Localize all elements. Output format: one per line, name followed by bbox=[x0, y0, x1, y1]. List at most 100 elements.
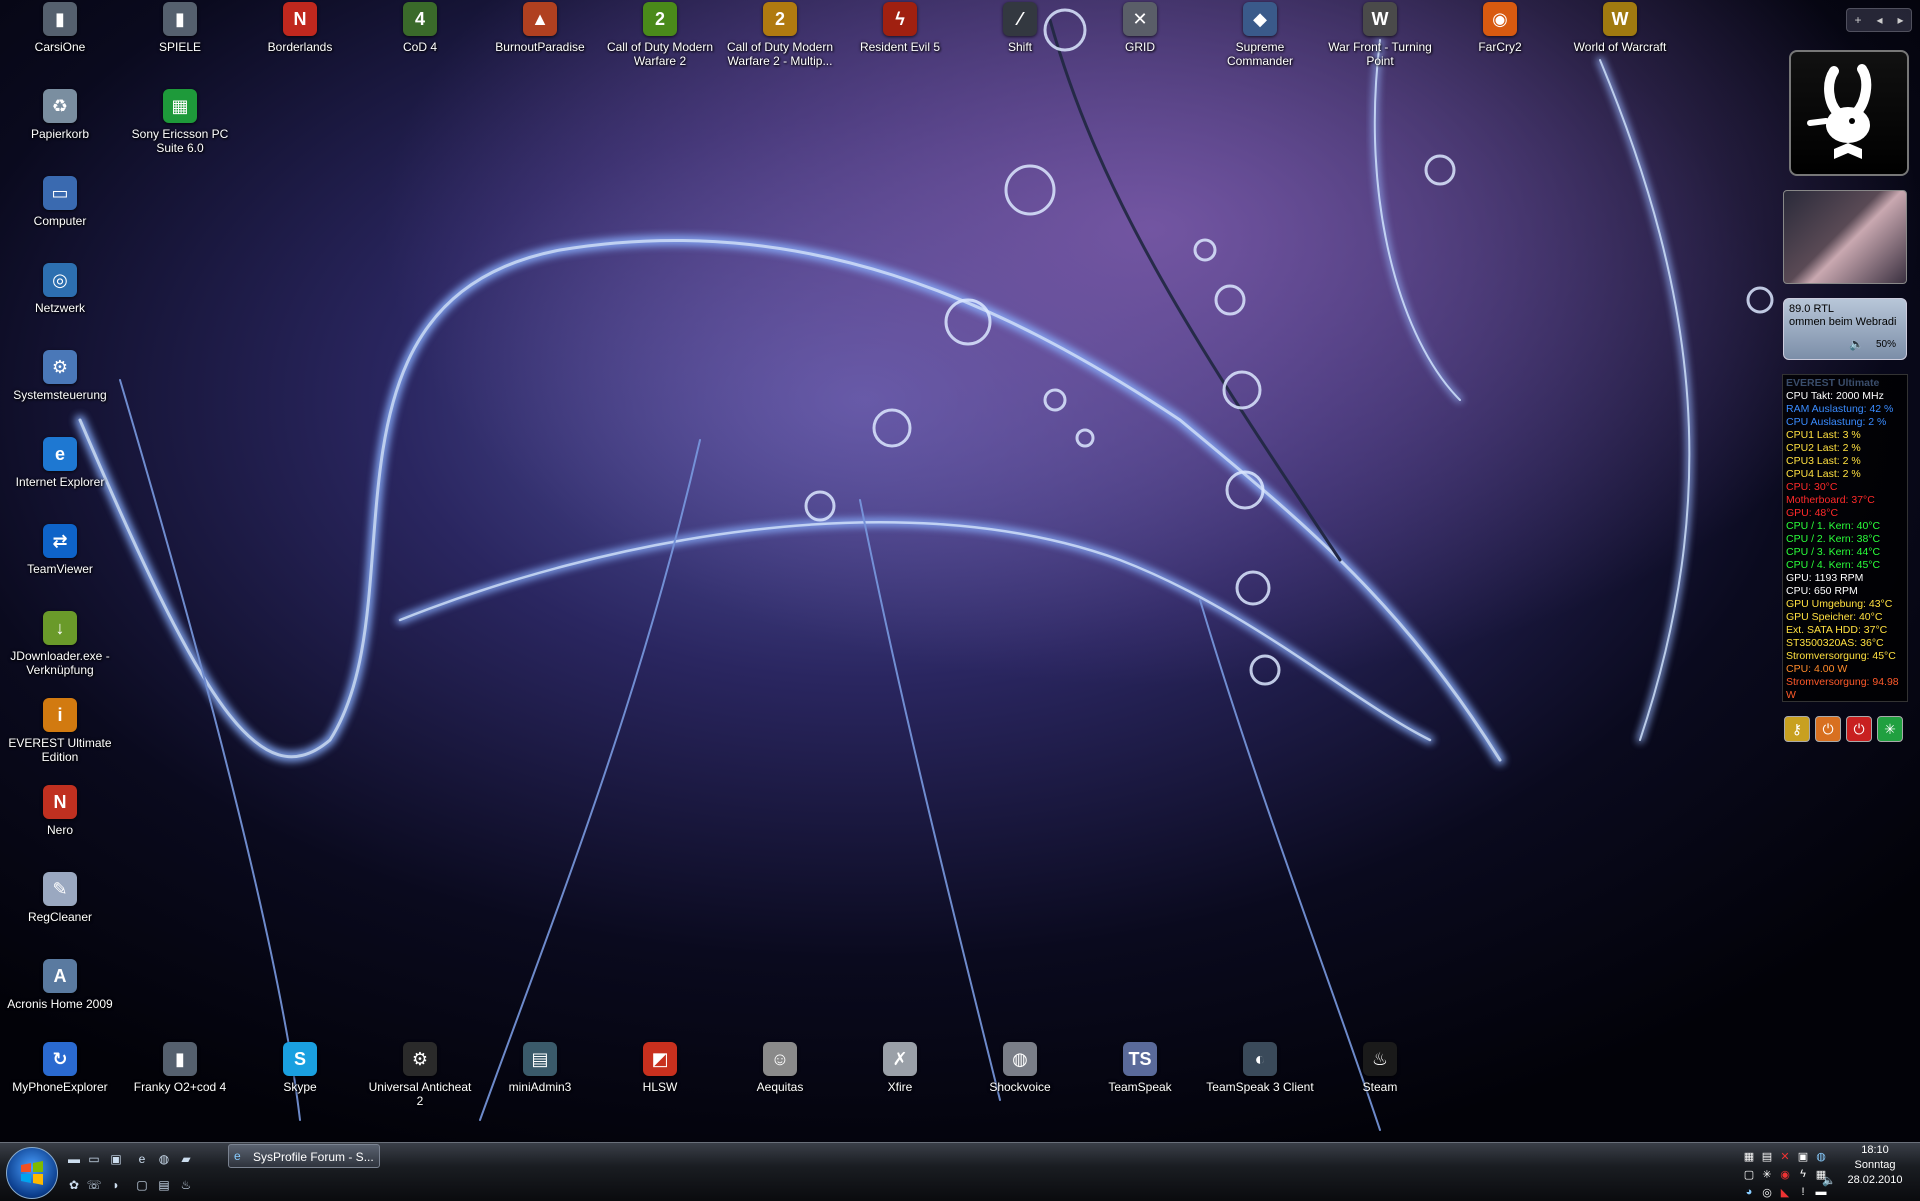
desktop-shortcut[interactable]: ⚙ Systemsteuerung bbox=[5, 350, 115, 402]
desktop-shortcut[interactable]: ◆ Supreme Commander bbox=[1205, 2, 1315, 68]
desktop-shortcut[interactable]: N Borderlands bbox=[245, 2, 355, 54]
tray-icon[interactable]: ◉ bbox=[1778, 1167, 1792, 1181]
key-icon[interactable]: ⚷ bbox=[1784, 716, 1810, 742]
photo-slideshow-gadget[interactable] bbox=[1783, 190, 1907, 284]
desktop-shortcut[interactable]: ▮ CarsiOne bbox=[5, 2, 115, 54]
taskbar-window-button[interactable]: e SysProfile Forum - S... bbox=[228, 1144, 380, 1168]
desktop-shortcut[interactable]: W War Front - Turning Point bbox=[1325, 2, 1435, 68]
shortcut-label: World of Warcraft bbox=[1573, 40, 1667, 54]
everest-icon: i bbox=[43, 698, 77, 732]
desktop-shortcut[interactable]: ◎ Netzwerk bbox=[5, 263, 115, 315]
system-clock[interactable]: 18:10 Sonntag 28.02.2010 bbox=[1830, 1142, 1920, 1187]
app-quicklaunch-icon[interactable]: ▢ bbox=[134, 1177, 150, 1193]
desktop-shortcut[interactable]: ▮ SPIELE bbox=[125, 2, 235, 54]
computer-quicklaunch-icon[interactable]: ▣ bbox=[108, 1151, 124, 1167]
desktop-shortcut[interactable]: S Skype bbox=[245, 1042, 355, 1094]
desktop-shortcut[interactable]: ◐ TeamSpeak 3 Client bbox=[1205, 1042, 1315, 1094]
desktop-shortcut[interactable]: ▲ BurnoutParadise bbox=[485, 2, 595, 54]
teamspeak3-icon: ◐ bbox=[1243, 1042, 1277, 1076]
desktop-shortcut[interactable]: ☺ Aequitas bbox=[725, 1042, 835, 1094]
tray-icon[interactable]: ✳ bbox=[1760, 1167, 1774, 1181]
desktop-shortcut[interactable]: ⚙ Universal Anticheat 2 bbox=[365, 1042, 475, 1108]
power-icon[interactable]: ⏻ bbox=[1815, 716, 1841, 742]
shortcut-label: Borderlands bbox=[267, 40, 333, 54]
desktop-shortcut[interactable]: ◉ FarCry2 bbox=[1445, 2, 1555, 54]
desktop-shortcut[interactable]: ↻ MyPhoneExplorer bbox=[5, 1042, 115, 1094]
start-button[interactable] bbox=[6, 1147, 58, 1199]
shortcut-label: Acronis Home 2009 bbox=[7, 997, 113, 1011]
tray-icon[interactable]: ◎ bbox=[1760, 1185, 1774, 1199]
windows-logo-icon bbox=[21, 1161, 43, 1185]
desktop-shortcut[interactable]: ♻ Papierkorb bbox=[5, 89, 115, 141]
explorer-quicklaunch-icon[interactable]: ▭ bbox=[86, 1151, 102, 1167]
globe-quicklaunch-icon[interactable]: ◍ bbox=[156, 1151, 172, 1167]
everest-sensor-line: CPU / 3. Kern: 44°C bbox=[1786, 546, 1881, 558]
everest-sensor-line: GPU: 48°C bbox=[1786, 507, 1839, 519]
desktop-shortcut[interactable]: ▭ Computer bbox=[5, 176, 115, 228]
tray-icon[interactable]: ▬ bbox=[1814, 1185, 1828, 1199]
desktop-shortcut[interactable]: 4 CoD 4 bbox=[365, 2, 475, 54]
everest-sensor-line: Stromversorgung: 94.98 W bbox=[1786, 676, 1899, 701]
tray-icon[interactable]: ▦ bbox=[1742, 1149, 1756, 1163]
desktop-shortcut[interactable]: ⇄ TeamViewer bbox=[5, 524, 115, 576]
sound-quicklaunch-icon[interactable]: ◗ bbox=[108, 1177, 124, 1193]
desktop-shortcut[interactable]: e Internet Explorer bbox=[5, 437, 115, 489]
tray-icon[interactable]: ◕ bbox=[1742, 1185, 1756, 1199]
desktop-shortcut[interactable]: ⁄ Shift bbox=[965, 2, 1075, 54]
tray-icon[interactable]: ϟ bbox=[1796, 1167, 1810, 1181]
tray-icon[interactable]: ◍ bbox=[1814, 1149, 1828, 1163]
tray-icon[interactable]: ◣ bbox=[1778, 1185, 1792, 1199]
steam-quicklaunch-icon[interactable]: ♨ bbox=[178, 1177, 194, 1193]
desktop-shortcut[interactable]: ♨ Steam bbox=[1325, 1042, 1435, 1094]
webradio-gadget[interactable]: 89.0 RTL ommen beim Webradi 🔈 50% bbox=[1783, 298, 1907, 360]
desktop-shortcut[interactable]: ✕ GRID bbox=[1085, 2, 1195, 54]
everest-sensor-line: CPU Takt: 2000 MHz bbox=[1786, 390, 1884, 402]
tray-icon[interactable]: ▣ bbox=[1796, 1149, 1810, 1163]
desktop-shortcut[interactable]: A Acronis Home 2009 bbox=[5, 959, 115, 1011]
shortcut-label: GRID bbox=[1125, 40, 1155, 54]
show-desktop-icon[interactable]: ▬ bbox=[66, 1151, 82, 1167]
desktop-shortcut[interactable]: W World of Warcraft bbox=[1565, 2, 1675, 54]
shortcut-label: Call of Duty Modern Warfare 2 bbox=[606, 40, 714, 68]
desktop-shortcut[interactable]: ✗ Xfire bbox=[845, 1042, 955, 1094]
tray-icon[interactable]: ▢ bbox=[1742, 1167, 1756, 1181]
desktop-shortcut[interactable]: ✎ RegCleaner bbox=[5, 872, 115, 924]
shortcut-label: CarsiOne bbox=[34, 40, 86, 54]
desktop-shortcut[interactable]: ◍ Shockvoice bbox=[965, 1042, 1075, 1094]
desktop-shortcut[interactable]: i EVEREST Ultimate Edition bbox=[5, 698, 115, 764]
speaker-icon[interactable]: 🔈 bbox=[1849, 337, 1864, 351]
desktop-shortcut[interactable]: ▦ Sony Ericsson PC Suite 6.0 bbox=[125, 89, 235, 155]
jdownloader-icon: ↓ bbox=[43, 611, 77, 645]
desktop-shortcut[interactable]: N Nero bbox=[5, 785, 115, 837]
desktop-shortcut[interactable]: 2 Call of Duty Modern Warfare 2 - Multip.… bbox=[725, 2, 835, 68]
desktop-shortcut[interactable]: ◩ HLSW bbox=[605, 1042, 715, 1094]
tray-icon[interactable]: ✕ bbox=[1778, 1149, 1792, 1163]
window-quicklaunch-icon[interactable]: ▤ bbox=[156, 1177, 172, 1193]
shortcut-label: Aequitas bbox=[756, 1080, 804, 1094]
desktop-shortcut[interactable]: ▤ miniAdmin3 bbox=[485, 1042, 595, 1094]
shortcut-label: TeamViewer bbox=[27, 562, 93, 576]
add-gadget-button[interactable]: + bbox=[1854, 13, 1861, 27]
desktop-shortcut[interactable]: TS TeamSpeak bbox=[1085, 1042, 1195, 1094]
phone-quicklaunch-icon[interactable]: ☏ bbox=[86, 1177, 102, 1193]
shortcut-label: Systemsteuerung bbox=[13, 388, 107, 402]
everest-sensor-line: CPU4 Last: 2 % bbox=[1786, 468, 1861, 480]
trash-bin-icon: ▮ bbox=[43, 2, 77, 36]
computer-icon: ▭ bbox=[43, 176, 77, 210]
mw2-multiplayer-icon: 2 bbox=[763, 2, 797, 36]
shutdown-icon[interactable]: ⏻ bbox=[1846, 716, 1872, 742]
tray-icon[interactable]: ▤ bbox=[1760, 1149, 1774, 1163]
regcleaner-icon: ✎ bbox=[43, 872, 77, 906]
internet-explorer-quicklaunch-icon[interactable]: e bbox=[134, 1151, 150, 1167]
desktop-shortcut[interactable]: 2 Call of Duty Modern Warfare 2 bbox=[605, 2, 715, 68]
tray-icon[interactable]: ǃ bbox=[1796, 1185, 1810, 1199]
previous-gadget-page-button[interactable]: ◂ bbox=[1876, 13, 1882, 27]
desktop-shortcut[interactable]: ϟ Resident Evil 5 bbox=[845, 2, 955, 54]
flower-quicklaunch-icon[interactable]: ✿ bbox=[66, 1177, 82, 1193]
desktop-shortcut[interactable]: ↓ JDownloader.exe - Verknüpfung bbox=[5, 611, 115, 677]
next-gadget-page-button[interactable]: ▸ bbox=[1897, 13, 1903, 27]
network-status-icon[interactable]: ✳ bbox=[1877, 716, 1903, 742]
desktop-shortcut[interactable]: ▮ Franky O2+cod 4 bbox=[125, 1042, 235, 1094]
playboy-bunny-gadget[interactable] bbox=[1789, 50, 1909, 176]
folder-quicklaunch-icon[interactable]: ▰ bbox=[178, 1151, 194, 1167]
